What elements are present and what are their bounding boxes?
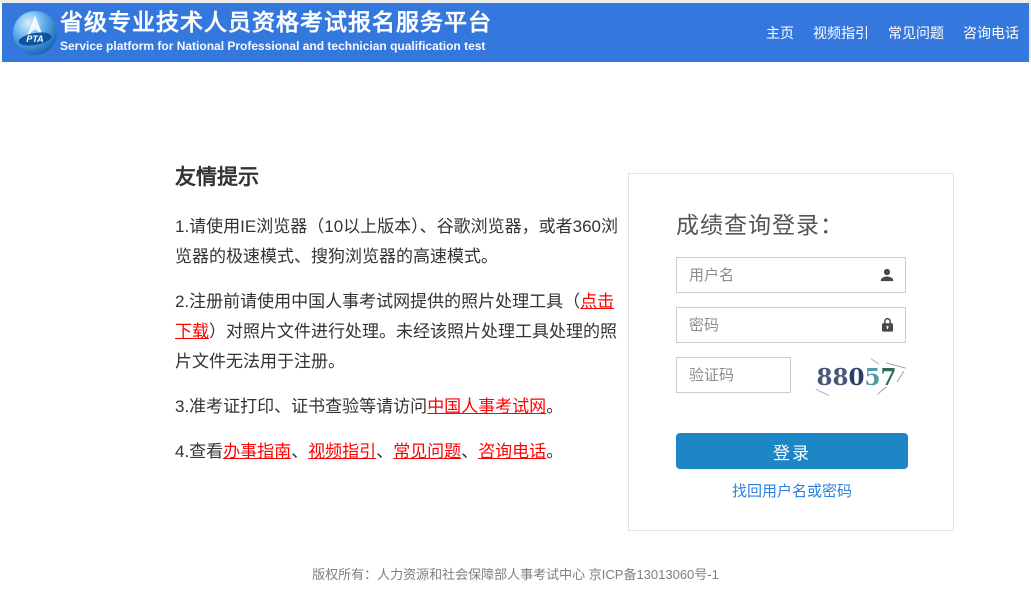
tip-text: 3.准考证打印、证书查验等请访问: [175, 397, 427, 416]
username-input[interactable]: [676, 257, 906, 293]
captcha-digit: 0: [848, 364, 864, 391]
captcha-digit: 7: [881, 364, 897, 391]
nav-home[interactable]: 主页: [766, 23, 794, 43]
page: PTA 省级专业技术人员资格考试报名服务平台 Service platform …: [0, 0, 1031, 597]
top-nav: 主页视频指引常见问题咨询电话: [766, 3, 1019, 62]
site-title: 省级专业技术人员资格考试报名服务平台: [60, 8, 492, 37]
captcha-noise-line: [897, 371, 905, 383]
tip-text: 、: [461, 442, 478, 461]
captcha-digit: 8: [816, 364, 832, 391]
site-titles: 省级专业技术人员资格考试报名服务平台 Service platform for …: [60, 8, 492, 53]
tip-link-guide[interactable]: 办事指南: [223, 442, 291, 461]
lock-icon: [879, 316, 896, 334]
tip-text: 、: [291, 442, 308, 461]
tip-link-hotline[interactable]: 咨询电话: [478, 442, 546, 461]
tip-paragraph: 4.查看办事指南、视频指引、常见问题、咨询电话。: [175, 437, 620, 467]
tip-text: 1.请使用IE浏览器（10以上版本）、谷歌浏览器，或者360浏览器的极速模式、搜…: [175, 217, 618, 266]
login-panel: 成绩查询登录：: [628, 173, 954, 531]
tip-link-video-guide[interactable]: 视频指引: [308, 442, 376, 461]
login-title: 成绩查询登录：: [676, 206, 907, 240]
pta-logo: PTA: [12, 10, 58, 56]
password-field: [676, 307, 906, 343]
tip-paragraph: 1.请使用IE浏览器（10以上版本）、谷歌浏览器，或者360浏览器的极速模式、搜…: [175, 212, 620, 272]
forgot-credentials-link[interactable]: 找回用户名或密码: [676, 480, 908, 501]
login-button[interactable]: 登录: [676, 433, 908, 469]
tip-text: 、: [376, 442, 393, 461]
header: PTA 省级专业技术人员资格考试报名服务平台 Service platform …: [2, 3, 1029, 62]
captcha-input[interactable]: [676, 357, 791, 393]
captcha-digit: 8: [832, 364, 848, 391]
nav-video-guide[interactable]: 视频指引: [813, 23, 869, 43]
tip-link-faq[interactable]: 常见问题: [393, 442, 461, 461]
tip-text: 4.查看: [175, 442, 223, 461]
tips-section: 友情提示 1.请使用IE浏览器（10以上版本）、谷歌浏览器，或者360浏览器的极…: [175, 161, 620, 482]
nav-hotline[interactable]: 咨询电话: [963, 23, 1019, 43]
tip-link-cpta-site[interactable]: 中国人事考试网: [427, 397, 546, 416]
tips-title: 友情提示: [175, 161, 620, 191]
footer: 版权所有：人力资源和社会保障部人事考试中心 京ICP备13013060号-1: [0, 564, 1031, 583]
tip-paragraph: 2.注册前请使用中国人事考试网提供的照片处理工具（点击下载）对照片文件进行处理。…: [175, 287, 620, 377]
tip-text: 。: [546, 397, 563, 416]
copyright-text: 版权所有：人力资源和社会保障部人事考试中心 京ICP备13013060号-1: [312, 567, 719, 582]
password-input[interactable]: [676, 307, 906, 343]
logo-text: PTA: [26, 34, 43, 44]
tip-paragraph: 3.准考证打印、证书查验等请访问中国人事考试网。: [175, 392, 620, 422]
captcha-row: 88057: [676, 357, 906, 397]
site-subtitle: Service platform for National Profession…: [60, 39, 492, 53]
nav-faq[interactable]: 常见问题: [888, 23, 944, 43]
username-field: [676, 257, 906, 293]
captcha-digit: 5: [865, 364, 881, 391]
tips-body: 1.请使用IE浏览器（10以上版本）、谷歌浏览器，或者360浏览器的极速模式、搜…: [175, 212, 620, 467]
captcha-image[interactable]: 88057: [807, 357, 906, 397]
tip-text: 2.注册前请使用中国人事考试网提供的照片处理工具（: [175, 292, 580, 311]
tip-text: ）对照片文件进行处理。未经该照片处理工具处理的照片文件无法用于注册。: [175, 322, 617, 371]
user-icon: [878, 266, 896, 284]
tip-text: 。: [546, 442, 563, 461]
